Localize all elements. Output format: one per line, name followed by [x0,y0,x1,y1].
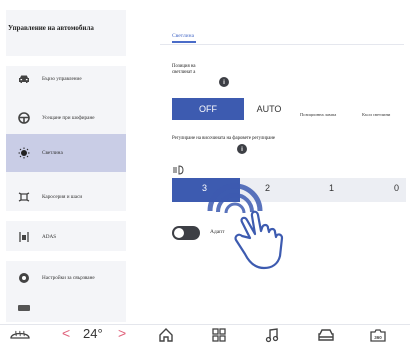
sidebar-item-quick-control[interactable]: Бързо управление [6,60,126,98]
headlight-level-label: Регулиране на височината на фаровете рег… [172,136,276,141]
light-mode-position-button[interactable]: Позиционна лампа [300,112,336,117]
apps-icon[interactable] [211,327,227,343]
tap-gesture-icon [207,183,284,270]
headlight-level-1[interactable]: 1 [329,183,334,193]
music-icon[interactable] [264,327,280,343]
temperature-display: 24° [83,326,103,341]
car-icon[interactable] [317,327,335,343]
screen: Управление на автомобила Бързо управлени… [0,0,410,345]
sidebar-item-connection-settings[interactable]: Настройки за свързване [6,259,126,297]
tab-indicator [172,41,196,43]
steering-wheel-icon [16,110,32,126]
connection-icon [16,270,32,286]
info-icon[interactable]: i [219,77,229,87]
temperature-decrease-button[interactable]: < [62,325,70,341]
car-icon [16,71,32,87]
car-body-icon [16,189,32,205]
toggle-knob [174,228,184,238]
sidebar-item-label: Светлина [42,150,63,156]
sidebar-item-driving-feel[interactable]: Усещане при шофиране [6,99,126,137]
defrost-icon[interactable] [8,327,32,343]
sidebar-item-label: Усещане при шофиране [42,115,95,121]
sidebar-title: Управление на автомобила [8,24,94,32]
home-icon[interactable] [158,327,174,343]
sidebar-item-label: ADAS [42,234,57,240]
sidebar-item-lights[interactable]: Светлина [6,134,126,172]
sidebar-item-label: Бързо управление [42,76,82,82]
light-bulb-icon [16,145,32,161]
light-mode-auto-button[interactable]: AUTO [244,98,294,120]
info-icon[interactable]: i [237,144,247,154]
light-position-label: Позиция на светлинат а [172,64,196,75]
sidebar-item-label: Каросерия и шаси [42,194,83,200]
more-icon [16,300,32,316]
adas-icon [16,229,32,245]
light-mode-low-beam-button[interactable]: Къси светлини [362,112,390,117]
divider [160,44,404,45]
camera-360-icon[interactable]: 360 [368,327,388,343]
camera-360-label: 360 [374,335,382,340]
light-mode-off-button[interactable]: OFF [172,98,244,120]
sidebar-item-more[interactable] [6,297,126,319]
adaptive-light-toggle[interactable] [172,226,200,240]
temperature-increase-button[interactable]: > [118,325,126,341]
headlight-level-0[interactable]: 0 [394,183,399,193]
sidebar-item-label: Настройки за свързване [42,275,95,281]
tab-lights[interactable]: Светлина [172,33,194,39]
